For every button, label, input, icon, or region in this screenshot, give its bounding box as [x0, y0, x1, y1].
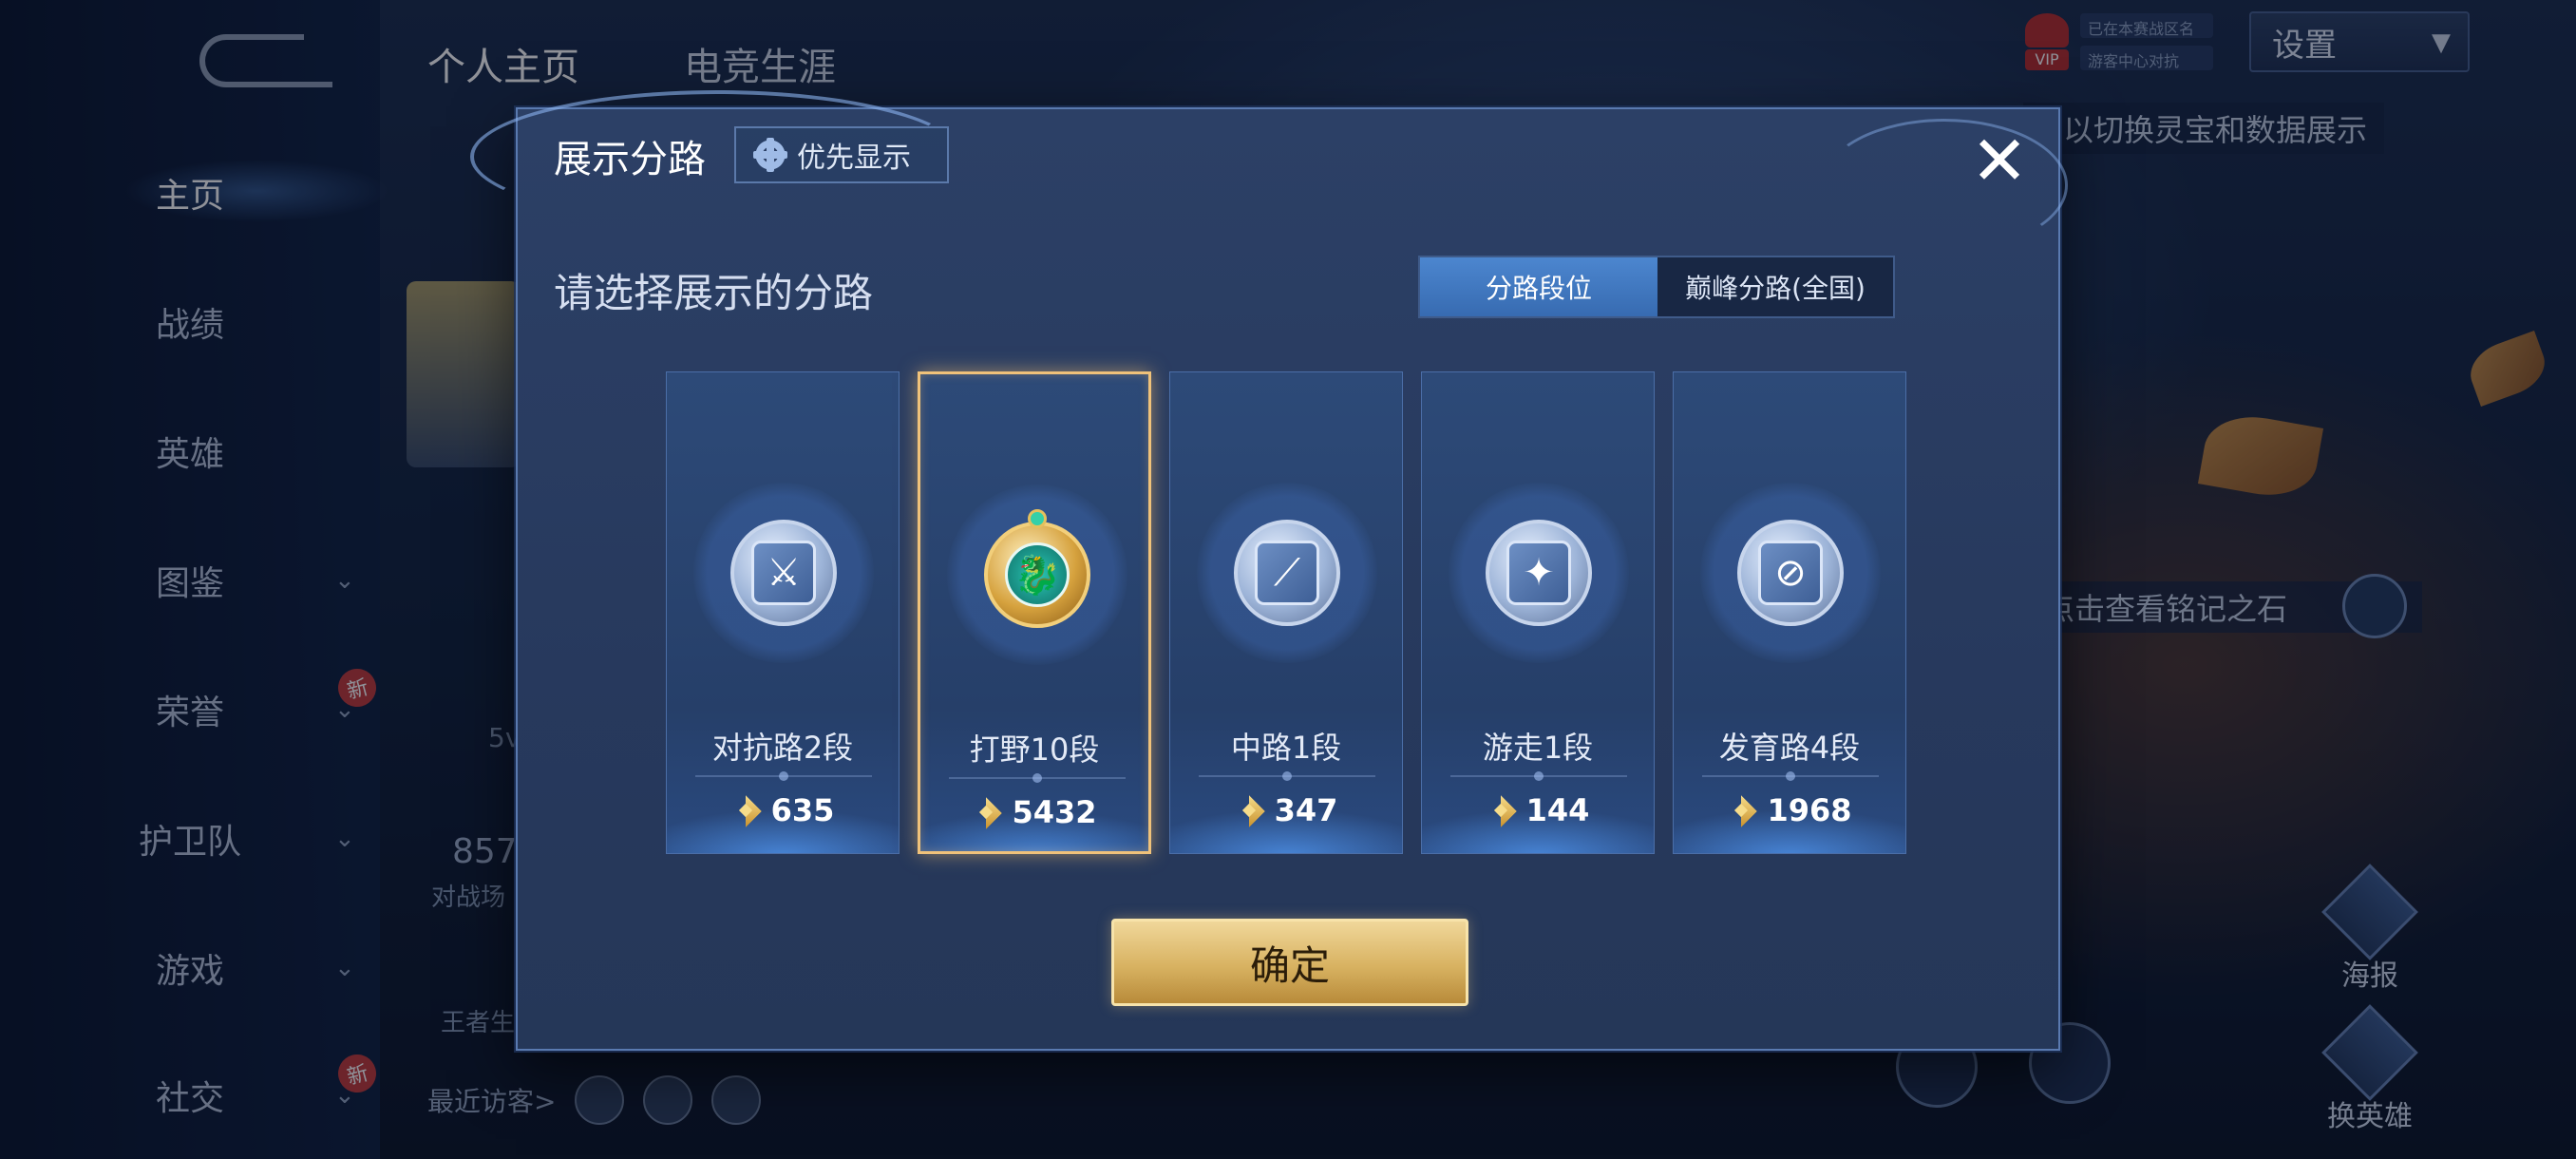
lane-card-mid[interactable]: ⟋ 中路1段 347	[1169, 371, 1403, 854]
lane-display-dialog: 展示分路 优先显示 ✕ 请选择展示的分路 分路段位 巅峰分路(全国) ⚔ 对抗路…	[470, 90, 2068, 1051]
divider	[949, 773, 1126, 783]
lane-card-clash[interactable]: ⚔ 对抗路2段 635	[666, 371, 900, 854]
lane-card-farm[interactable]: ⊘ 发育路4段 1968	[1673, 371, 1906, 854]
clash-lane-icon: ⚔	[730, 520, 837, 626]
roam-wings-glyph: ✦	[1506, 541, 1571, 605]
jungle-dragon-glyph: 🐉	[1005, 542, 1070, 607]
farm-lane-glyph: ⊘	[1758, 541, 1823, 605]
divider	[1450, 771, 1627, 781]
priority-display-label: 优先显示	[797, 142, 911, 175]
gem-icon	[1028, 509, 1047, 528]
lane-card-jungle[interactable]: 🐉 打野10段 5432	[918, 371, 1151, 854]
jungle-dragon-icon: 🐉	[984, 522, 1090, 628]
lane-score-value: 347	[1274, 792, 1338, 828]
lane-rank-name: 游走1段	[1482, 730, 1594, 766]
tab-label: 分路段位	[1485, 273, 1592, 304]
lane-rank-name: 对抗路2段	[711, 730, 854, 766]
lane-score-value: 635	[770, 792, 835, 828]
tab-label: 巅峰分路(全国)	[1685, 273, 1866, 304]
lane-score: 144	[1422, 792, 1654, 828]
dialog-title: 展示分路	[554, 138, 706, 181]
confirm-button[interactable]: 确定	[1111, 919, 1468, 1006]
lane-score: 5432	[920, 794, 1148, 830]
divider	[1702, 771, 1879, 781]
lane-score: 1968	[1674, 792, 1905, 828]
lane-rank-name: 打野10段	[969, 732, 1100, 768]
gear-icon	[753, 138, 787, 172]
roam-wings-icon: ✦	[1486, 520, 1592, 626]
tab-lane-rank[interactable]: 分路段位	[1420, 257, 1657, 316]
clash-lane-glyph: ⚔	[751, 541, 816, 605]
dialog-subtitle: 请选择展示的分路	[554, 270, 874, 316]
close-icon[interactable]: ✕	[1961, 123, 2037, 199]
points-icon	[1235, 796, 1263, 825]
lane-mode-tabs: 分路段位 巅峰分路(全国)	[1418, 256, 1895, 318]
mid-lane-icon: ⟋	[1234, 520, 1340, 626]
lane-score-value: 5432	[1012, 794, 1097, 830]
lane-rank-name: 发育路4段	[1718, 730, 1861, 766]
points-icon	[972, 798, 1000, 826]
points-icon	[731, 796, 760, 825]
lane-rank-name: 中路1段	[1230, 730, 1342, 766]
lane-score: 347	[1170, 792, 1402, 828]
confirm-label: 确定	[1249, 941, 1330, 989]
lane-score: 635	[667, 792, 899, 828]
divider	[1199, 771, 1375, 781]
tab-peak-lane-national[interactable]: 巅峰分路(全国)	[1657, 257, 1893, 316]
mid-lane-glyph: ⟋	[1255, 541, 1319, 605]
lane-score-value: 1968	[1767, 792, 1852, 828]
divider	[695, 771, 872, 781]
lane-card-roam[interactable]: ✦ 游走1段 144	[1421, 371, 1655, 854]
farm-lane-icon: ⊘	[1737, 520, 1844, 626]
points-icon	[1727, 796, 1755, 825]
lane-score-value: 144	[1525, 792, 1590, 828]
points-icon	[1487, 796, 1515, 825]
lane-card-list: ⚔ 对抗路2段 635 🐉 打野10段 5432 ⟋ 中路1段 347 ✦ 游走…	[666, 371, 1906, 854]
priority-display-button[interactable]: 优先显示	[734, 126, 949, 183]
